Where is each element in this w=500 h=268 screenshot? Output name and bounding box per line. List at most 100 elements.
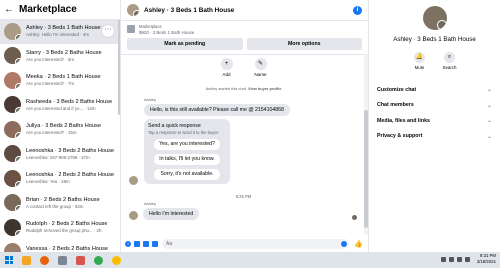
info-icon[interactable]: i (353, 6, 362, 15)
tray-icon[interactable] (456, 256, 462, 262)
conversation-item[interactable]: Starry · 3 Beds 2 Baths House Are you int… (0, 44, 120, 69)
windows-start-icon[interactable] (3, 254, 15, 266)
avatar (4, 169, 21, 187)
bell-icon: 🔔 (414, 52, 425, 63)
sticker-icon[interactable] (143, 240, 149, 247)
conversation-preview: Rudolph removed the group pho... · 2h (26, 228, 102, 234)
conversation-name: Brian · 2 Beds 2 Baths House (26, 196, 100, 203)
section-chat-members[interactable]: Chat members ⌄ (369, 98, 500, 114)
message-feed: + Add ✎ Name Ashley started this chat. V… (121, 54, 366, 235)
add-person-icon: + (220, 58, 233, 70)
mute-button[interactable]: 🔔 Mute (411, 52, 429, 70)
mark-as-pending-button[interactable]: Mark as pending (127, 38, 243, 50)
conversation-item[interactable]: Leenoshka · 2 Beds 2 Baths House Leenoshk… (0, 166, 120, 191)
taskbar-app-icon[interactable] (73, 254, 87, 266)
quick-response-subtitle: Tap a response to send it to the buyer. (148, 130, 220, 135)
plus-icon[interactable]: + (125, 240, 131, 247)
conversation-preview: Leenoshka: 267-808-2798 · 27m (26, 154, 90, 160)
taskbar-app-icon[interactable] (91, 254, 105, 266)
avatar (4, 218, 21, 236)
tray-icon[interactable] (448, 256, 454, 262)
avatar (4, 194, 21, 212)
taskbar-app-icon[interactable] (37, 254, 51, 266)
message-sender: Ashley (144, 97, 157, 102)
conversation-item[interactable]: Ashley · 3 Beds 1 Bath House Ashley: Hell… (0, 19, 120, 44)
marketplace-label: Marketplace (139, 23, 162, 29)
avatar (4, 96, 21, 114)
message-timestamp: 8:25 PM (235, 194, 252, 199)
conversation-list: Ashley · 3 Beds 1 Bath House Ashley: Hell… (0, 19, 120, 252)
listing-thumbnail (127, 25, 135, 33)
system-tray: 8:31 PM 3/18/2021 (440, 253, 496, 265)
conversation-preview: Leenoshka: Yea · 28m (26, 179, 70, 185)
chevron-down-icon: ⌄ (486, 118, 492, 125)
emoji-icon[interactable] (341, 240, 348, 247)
pencil-icon: ✎ (254, 58, 267, 70)
conversation-name: Leenoshka · 2 Beds 2 Baths House (26, 172, 115, 179)
quick-response-card: Send a quick response Tap a response to … (144, 119, 230, 184)
section-media-files-links[interactable]: Media, files and links ⌄ (369, 113, 500, 129)
conversation-item[interactable]: Rasheeda · 3 Beds 2 Baths House Are you i… (0, 93, 120, 118)
conversation-item[interactable]: Leenoshka · 3 Beds 2 Baths House Leenoshk… (0, 142, 120, 167)
conversation-item[interactable]: Meeka · 2 Beds 1 Bath House Are you inter… (0, 68, 120, 93)
taskbar-app-icon[interactable] (109, 254, 123, 266)
add-button[interactable]: + Add (217, 58, 237, 77)
listing-summary: $920 · 3 Beds 1 Bath House (139, 29, 195, 35)
taskbar-app-icon[interactable] (55, 254, 69, 266)
chevron-down-icon: ⌄ (486, 87, 492, 94)
quick-response-option[interactable]: In talks, I'll let you know. (154, 154, 220, 165)
conversation-name: Meeka · 2 Beds 1 Bath House (26, 74, 101, 81)
quick-response-title: Send a quick response (148, 123, 201, 129)
section-customize-chat[interactable]: Customize chat ⌄ (369, 82, 500, 98)
conversation-name: Ashley · 3 Beds 1 Bath House (26, 25, 101, 32)
conversation-item[interactable]: Jullya · 3 Beds 2 Baths House Are you int… (0, 117, 120, 142)
taskbar: 8:31 PM 3/18/2021 (0, 252, 500, 268)
message-input[interactable]: Aa (162, 238, 350, 249)
search-button[interactable]: ⌕ Search (441, 52, 459, 70)
tray-icon[interactable] (440, 256, 446, 262)
conversation-item[interactable]: Vanessa · 2 Beds 2 Baths HouseAre you in… (0, 240, 120, 252)
quick-response-option[interactable]: Sorry, it's not available. (154, 169, 220, 180)
section-privacy-support[interactable]: Privacy & support ⌄ (369, 129, 500, 145)
conversation-item[interactable]: Rudolph · 2 Beds 2 Baths House Rudolph re… (0, 215, 120, 240)
name-button[interactable]: ✎ Name (251, 58, 271, 77)
profile-avatar[interactable] (422, 6, 447, 30)
profile-name: Ashley · 3 Beds 1 Bath House (393, 36, 476, 43)
conversation-name: Rudolph · 2 Beds 2 Baths House (26, 221, 108, 228)
sidebar-header: ← Marketplace (0, 0, 120, 19)
message-bubble: Hello, is this still available? Please c… (144, 104, 290, 116)
conversation-list-pane: ← Marketplace Ashley · 3 Beds 1 Bath Hou… (0, 0, 121, 252)
gif-icon[interactable] (152, 240, 158, 247)
more-options-icon[interactable]: ··· (102, 25, 114, 37)
chevron-down-icon: ⌄ (486, 133, 492, 140)
conversation-preview: Ashley: Hello I'm interested · 4m (26, 32, 90, 38)
taskbar-app-icon[interactable] (19, 254, 33, 266)
conversation-item[interactable]: Brian · 2 Beds 2 Baths House A contact le… (0, 191, 120, 216)
chat-title[interactable]: Ashley · 3 Beds 1 Bath House (144, 7, 234, 14)
chevron-down-icon: ⌄ (486, 102, 492, 109)
image-icon[interactable] (134, 240, 140, 247)
avatar (4, 22, 21, 40)
avatar (4, 71, 21, 89)
conversation-preview: Are you interested? · 5m (26, 56, 75, 62)
sender-avatar (129, 176, 138, 185)
more-options-button[interactable]: More options (246, 38, 362, 50)
tray-icon[interactable] (464, 256, 470, 262)
listing-banner[interactable]: Marketplace $920 · 3 Beds 1 Bath House (121, 21, 368, 37)
conversation-preview: A contact left the group · 33m (26, 203, 84, 209)
conversation-name: Jullya · 3 Beds 2 Baths House (26, 123, 101, 130)
sender-avatar (129, 211, 138, 220)
view-buyer-profile-link[interactable]: View buyer profile (248, 86, 281, 91)
read-receipt-avatar (352, 215, 357, 220)
chat-avatar[interactable] (127, 4, 139, 16)
conversation-preview: Are you interested? · 15m (26, 130, 77, 136)
composer: + Aa 👍 (121, 235, 368, 252)
conversation-name: Vanessa · 2 Beds 2 Baths House (26, 245, 108, 252)
system-clock[interactable]: 8:31 PM 3/18/2021 (477, 253, 496, 265)
chat-pane: Ashley · 3 Beds 1 Bath House i Marketpla… (121, 0, 368, 252)
quick-response-option[interactable]: Yes, are you interested? (154, 139, 220, 150)
message-sender: Ashley (144, 201, 157, 206)
chat-started-notice: Ashley started this chat. View buyer pro… (205, 86, 282, 91)
thumbs-up-icon[interactable]: 👍 (354, 240, 363, 248)
back-arrow-icon[interactable]: ← (4, 4, 16, 15)
